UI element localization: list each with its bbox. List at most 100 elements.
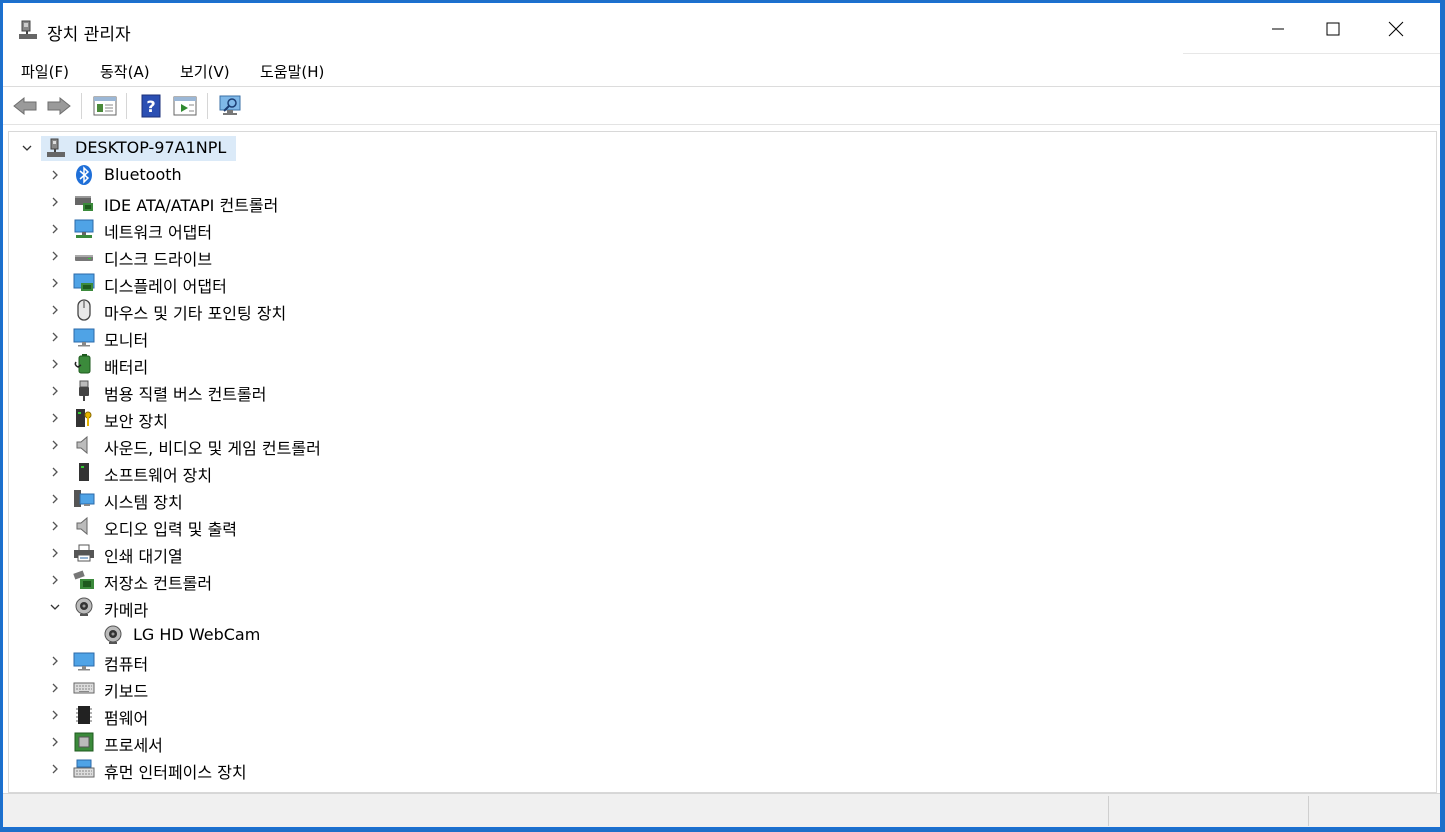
chevron-right-icon[interactable] (47, 572, 63, 588)
chevron-right-icon[interactable] (47, 545, 63, 561)
usb-icon (79, 380, 89, 401)
tree-item-label: 시스템 장치 (104, 493, 183, 512)
tree-item-label: 네트워크 어댑터 (104, 223, 213, 242)
tree-item[interactable]: 보안 장치 (9, 405, 1436, 432)
tree-item[interactable]: 저장소 컨트롤러 (9, 567, 1436, 594)
menu-help[interactable]: 도움말(H) (256, 61, 328, 82)
chevron-right-icon[interactable] (47, 329, 63, 345)
tree-item-label: 마우스 및 기타 포인팅 장치 (104, 304, 287, 323)
tree-item[interactable]: 컴퓨터 (9, 648, 1436, 675)
chevron-right-icon[interactable] (47, 167, 63, 183)
chevron-right-icon[interactable] (47, 302, 63, 318)
tree-item[interactable]: 오디오 입력 및 출력 (9, 513, 1436, 540)
menu-file[interactable]: 파일(F) (17, 61, 73, 82)
chevron-right-icon[interactable] (47, 761, 63, 777)
tree-item[interactable]: 카메라 (9, 594, 1436, 621)
chevron-right-icon[interactable] (47, 383, 63, 399)
chevron-right-icon[interactable] (47, 248, 63, 264)
toolbar-separator (126, 93, 127, 119)
help-icon: ? (141, 94, 161, 118)
tree-item[interactable]: 소프트웨어 장치 (9, 459, 1436, 486)
tree-item[interactable]: 디스크 드라이브 (9, 243, 1436, 270)
processor-icon (74, 732, 94, 752)
audio-io-icon (76, 516, 88, 536)
display-adapter-icon (73, 273, 95, 291)
maximize-button[interactable] (1310, 3, 1356, 55)
computer-icon (73, 652, 95, 671)
chevron-right-icon[interactable] (47, 356, 63, 372)
toolbar-separator (81, 93, 82, 119)
tree-item-label: 모니터 (104, 331, 149, 350)
tree-item[interactable]: IDE ATA/ATAPI 컨트롤러 (9, 189, 1436, 216)
tree-item[interactable]: 키보드 (9, 675, 1436, 702)
tree-item[interactable]: 디스플레이 어댑터 (9, 270, 1436, 297)
svg-text:?: ? (146, 97, 155, 116)
chevron-right-icon[interactable] (47, 410, 63, 426)
chevron-right-icon[interactable] (47, 275, 63, 291)
computer-network-icon (47, 138, 65, 157)
device-tree[interactable]: DESKTOP-97A1NPL Bluetooth IDE ATA/ATAPI … (8, 131, 1437, 793)
tree-item[interactable]: 배터리 (9, 351, 1436, 378)
close-button[interactable] (1373, 3, 1419, 55)
menu-action[interactable]: 동작(A) (96, 61, 154, 82)
properties-button[interactable] (91, 92, 119, 120)
tree-item-label: 소프트웨어 장치 (104, 466, 213, 485)
storage-controller-icon (73, 570, 94, 589)
chevron-right-icon[interactable] (47, 491, 63, 507)
system-device-icon (74, 490, 95, 507)
close-icon (1388, 21, 1404, 37)
tree-item-label: 키보드 (104, 682, 149, 701)
tree-item[interactable]: 범용 직렬 버스 컨트롤러 (9, 378, 1436, 405)
firmware-icon (76, 706, 92, 724)
run-button[interactable] (171, 92, 199, 120)
menu-bar: 파일(F) 동작(A) 보기(V) 도움말(H) (3, 55, 1440, 87)
speaker-icon (76, 435, 88, 455)
hid-icon (73, 759, 95, 778)
chevron-right-icon[interactable] (47, 653, 63, 669)
device-manager-window: 장치 관리자 파일(F) 동작(A) 보기(V) 도움말(H) ? DESKTO… (2, 2, 1441, 828)
tree-child-item[interactable]: LG HD WebCam (9, 622, 1436, 649)
tree-item[interactable]: 휴먼 인터페이스 장치 (9, 756, 1436, 783)
tree-item-label: 컴퓨터 (104, 655, 149, 674)
chevron-down-icon[interactable] (19, 140, 35, 156)
camera-icon (75, 597, 93, 616)
chevron-right-icon[interactable] (47, 464, 63, 480)
forward-button[interactable] (45, 92, 73, 120)
tree-item[interactable]: 프로세서 (9, 729, 1436, 756)
tree-item-label: Bluetooth (104, 165, 182, 184)
tree-item-label: 배터리 (104, 358, 149, 377)
tree-item[interactable]: 네트워크 어댑터 (9, 216, 1436, 243)
keyboard-icon (73, 682, 95, 694)
menu-view[interactable]: 보기(V) (176, 61, 234, 82)
tree-root-label: DESKTOP-97A1NPL (75, 138, 227, 157)
tree-root[interactable]: DESKTOP-97A1NPL (9, 135, 1436, 162)
status-separator (1308, 796, 1309, 826)
maximize-icon (1326, 22, 1340, 36)
chevron-right-icon[interactable] (47, 221, 63, 237)
mouse-icon (77, 299, 91, 321)
chevron-right-icon[interactable] (47, 437, 63, 453)
tree-item[interactable]: 모니터 (9, 324, 1436, 351)
chevron-right-icon[interactable] (47, 707, 63, 723)
chevron-right-icon[interactable] (47, 194, 63, 210)
tree-item-label: 디스플레이 어댑터 (104, 277, 227, 296)
tree-item-label: 프로세서 (104, 736, 163, 755)
tree-item[interactable]: 인쇄 대기열 (9, 540, 1436, 567)
scan-hardware-button[interactable] (217, 92, 245, 120)
chevron-right-icon[interactable] (47, 734, 63, 750)
chevron-right-icon[interactable] (47, 680, 63, 696)
tree-item[interactable]: 시스템 장치 (9, 486, 1436, 513)
title-bar[interactable]: 장치 관리자 (3, 3, 1440, 55)
tree-item[interactable]: 사운드, 비디오 및 게임 컨트롤러 (9, 432, 1436, 459)
disk-drive-icon (75, 255, 93, 261)
tree-item[interactable]: Bluetooth (9, 162, 1436, 189)
properties-icon (93, 96, 117, 116)
help-button[interactable]: ? (137, 92, 165, 120)
tree-item[interactable]: 펌웨어 (9, 702, 1436, 729)
tree-item[interactable]: 마우스 및 기타 포인팅 장치 (9, 297, 1436, 324)
minimize-button[interactable] (1255, 3, 1301, 55)
chevron-down-icon[interactable] (47, 599, 63, 615)
tree-item-label: 디스크 드라이브 (104, 250, 213, 269)
back-button[interactable] (11, 92, 39, 120)
chevron-right-icon[interactable] (47, 518, 63, 534)
